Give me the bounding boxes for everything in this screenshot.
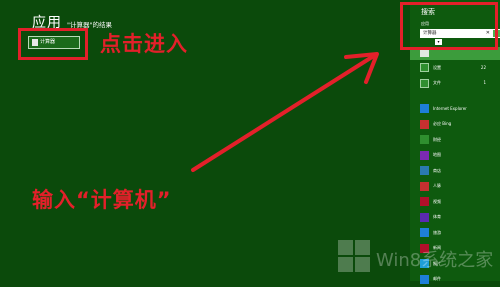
category-files[interactable]: 文件 1 [420,76,496,92]
app-bing[interactable]: 必应 Bing [420,117,496,133]
app-finance[interactable]: 财经 [420,132,496,148]
app-label: 视频 [433,199,441,205]
ie-icon [420,104,429,113]
app-label: Internet Explorer [433,106,467,111]
file-icon [420,79,429,88]
category-count: 22 [481,65,486,70]
list-spacer [420,91,496,101]
people-icon [420,182,429,191]
video-icon [420,197,429,206]
category-settings[interactable]: 设置 22 [420,60,496,76]
bing-icon [420,120,429,129]
category-count: 1 [483,80,486,85]
app-label: 体育 [433,214,441,220]
app-label: 商店 [433,168,441,174]
app-maps[interactable]: 地图 [420,148,496,164]
app-label: 地图 [433,152,441,158]
travel-icon [420,228,429,237]
app-label: 财经 [433,137,441,143]
gear-icon [420,63,429,72]
watermark-text: Win8系统之家 [376,246,493,272]
app-store[interactable]: 商店 [420,163,496,179]
app-label: 人脉 [433,183,441,189]
watermark: Win8系统之家 [336,237,500,277]
app-ie[interactable]: Internet Explorer [420,101,496,117]
app-people[interactable]: 人脉 [420,179,496,195]
app-video[interactable]: 视频 [420,194,496,210]
category-label: 设置 [433,65,441,71]
finance-icon [420,135,429,144]
windows-logo-icon [338,240,370,272]
category-label: 文件 [433,80,441,86]
apps-icon [420,50,429,57]
search-box-highlight-frame [400,2,498,50]
store-icon [420,166,429,175]
app-label: 必应 Bing [433,121,451,127]
app-label: 旅游 [433,230,441,236]
sport-icon [420,213,429,222]
app-sports[interactable]: 体育 [420,210,496,226]
games-icon [420,151,429,160]
